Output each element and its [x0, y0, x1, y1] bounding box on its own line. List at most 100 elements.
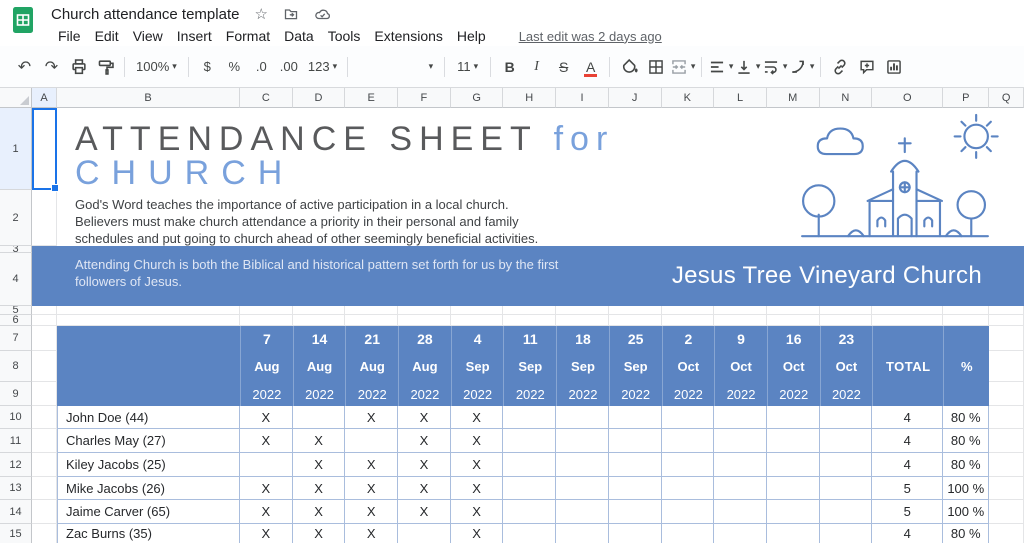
row-header-14[interactable]: 14 — [0, 500, 32, 524]
column-header-H[interactable]: H — [503, 88, 557, 108]
column-header-L[interactable]: L — [714, 88, 767, 108]
cell-H6[interactable] — [503, 315, 557, 326]
italic-button[interactable]: I — [523, 53, 550, 81]
cell-D6[interactable] — [292, 315, 346, 326]
attendance-mark-cell[interactable] — [556, 453, 609, 477]
menu-view[interactable]: View — [126, 28, 170, 44]
undo-button[interactable]: ↶ — [11, 53, 38, 81]
attendance-mark-cell[interactable] — [503, 524, 557, 543]
attendance-mark-cell[interactable]: X — [292, 453, 346, 477]
attendance-mark-cell[interactable] — [766, 406, 820, 429]
row-header-9[interactable]: 9 — [0, 382, 32, 406]
row-header-2[interactable]: 2 — [0, 190, 32, 246]
column-header-A[interactable]: A — [32, 88, 57, 108]
row-header-12[interactable]: 12 — [0, 453, 32, 477]
cell-H5[interactable] — [503, 306, 557, 315]
percent-value-cell[interactable]: 80 % — [943, 524, 990, 543]
member-name-cell[interactable]: John Doe (44) — [57, 406, 240, 429]
attendance-mark-cell[interactable]: X — [450, 477, 504, 500]
attendance-mark-cell[interactable]: X — [292, 477, 346, 500]
column-header-D[interactable]: D — [292, 88, 346, 108]
attendance-mark-cell[interactable] — [714, 524, 767, 543]
number-format-button[interactable]: 123 ▾ — [303, 53, 342, 81]
attendance-mark-cell[interactable]: X — [293, 524, 346, 543]
text-rotation-button[interactable]: ▾ — [788, 53, 815, 81]
attendance-mark-cell[interactable]: X — [345, 500, 399, 524]
attendance-mark-cell[interactable] — [662, 524, 715, 543]
percent-value-cell[interactable]: 80 % — [943, 406, 990, 429]
percent-value-cell[interactable]: 80 % — [943, 453, 990, 477]
cell-J6[interactable] — [608, 315, 662, 326]
format-percent-button[interactable]: % — [221, 53, 248, 81]
cell-Q12[interactable] — [989, 453, 1024, 477]
cell-A7[interactable] — [32, 326, 57, 351]
move-to-folder-icon[interactable] — [283, 6, 299, 22]
row-header-11[interactable]: 11 — [0, 429, 32, 453]
merge-cells-button[interactable]: ▾ — [669, 53, 696, 81]
cell-A8[interactable] — [32, 351, 57, 382]
row-header-15[interactable]: 15 — [0, 524, 32, 543]
attendance-mark-cell[interactable] — [503, 429, 557, 453]
cell-Q14[interactable] — [989, 500, 1024, 524]
cell-F5[interactable] — [398, 306, 451, 315]
sheets-logo-icon[interactable] — [9, 6, 37, 39]
attendance-mark-cell[interactable]: X — [451, 524, 504, 543]
column-header-O[interactable]: O — [872, 88, 944, 108]
attendance-mark-cell[interactable]: X — [240, 429, 293, 453]
cell-Q6[interactable] — [989, 315, 1024, 326]
attendance-mark-cell[interactable] — [766, 453, 820, 477]
row-header-1[interactable]: 1 — [0, 108, 32, 190]
cell-J5[interactable] — [608, 306, 662, 315]
row-header-13[interactable]: 13 — [0, 477, 32, 500]
attendance-mark-cell[interactable]: X — [450, 406, 504, 429]
row-header-5[interactable]: 5 — [0, 306, 32, 315]
attendance-mark-cell[interactable]: X — [398, 406, 451, 429]
paint-format-button[interactable] — [92, 53, 119, 81]
cloud-saved-status-icon[interactable] — [314, 6, 331, 22]
total-value-cell[interactable]: 4 — [872, 524, 944, 543]
column-header-Q[interactable]: Q — [989, 88, 1024, 108]
attendance-mark-cell[interactable] — [661, 453, 715, 477]
menu-insert[interactable]: Insert — [170, 28, 219, 44]
attendance-mark-cell[interactable] — [556, 500, 609, 524]
increase-decimal-button[interactable]: .00 — [275, 53, 303, 81]
attendance-mark-cell[interactable] — [661, 477, 715, 500]
cell-Q7[interactable] — [989, 326, 1024, 351]
cell-O6[interactable] — [872, 315, 944, 326]
total-value-cell[interactable]: 5 — [872, 477, 944, 500]
cell-B6[interactable] — [57, 315, 240, 326]
attendance-mark-cell[interactable]: X — [345, 477, 399, 500]
insert-link-button[interactable] — [826, 53, 853, 81]
row-header-4[interactable]: 4 — [0, 253, 32, 306]
format-currency-button[interactable]: $ — [194, 53, 221, 81]
attendance-mark-cell[interactable] — [661, 500, 715, 524]
cell-A2[interactable] — [32, 190, 57, 246]
text-wrap-button[interactable]: ▾ — [761, 53, 788, 81]
attendance-mark-cell[interactable] — [819, 406, 873, 429]
cell-K5[interactable] — [661, 306, 715, 315]
cell-A12[interactable] — [32, 453, 57, 477]
vertical-align-button[interactable]: ▾ — [734, 53, 761, 81]
select-all-corner[interactable] — [0, 88, 32, 108]
attendance-mark-cell[interactable] — [240, 453, 293, 477]
attendance-mark-cell[interactable] — [556, 477, 609, 500]
attendance-mark-cell[interactable] — [714, 429, 767, 453]
member-name-cell[interactable]: Mike Jacobs (26) — [57, 477, 240, 500]
redo-button[interactable]: ↷ — [38, 53, 65, 81]
cell-E5[interactable] — [345, 306, 399, 315]
cell-Q8[interactable] — [989, 351, 1024, 382]
column-header-N[interactable]: N — [819, 88, 873, 108]
total-value-cell[interactable]: 4 — [872, 453, 944, 477]
attendance-mark-cell[interactable] — [608, 429, 662, 453]
column-header-J[interactable]: J — [608, 88, 662, 108]
column-header-M[interactable]: M — [766, 88, 820, 108]
zoom-select[interactable]: 100% ▾ — [130, 53, 183, 81]
last-edit-link[interactable]: Last edit was 2 days ago — [519, 29, 662, 44]
attendance-mark-cell[interactable] — [503, 406, 557, 429]
attendance-mark-cell[interactable] — [503, 453, 557, 477]
bold-button[interactable]: B — [496, 53, 523, 81]
cell-Q13[interactable] — [989, 477, 1024, 500]
column-header-P[interactable]: P — [943, 88, 990, 108]
cell-G6[interactable] — [450, 315, 504, 326]
attendance-mark-cell[interactable] — [608, 500, 662, 524]
